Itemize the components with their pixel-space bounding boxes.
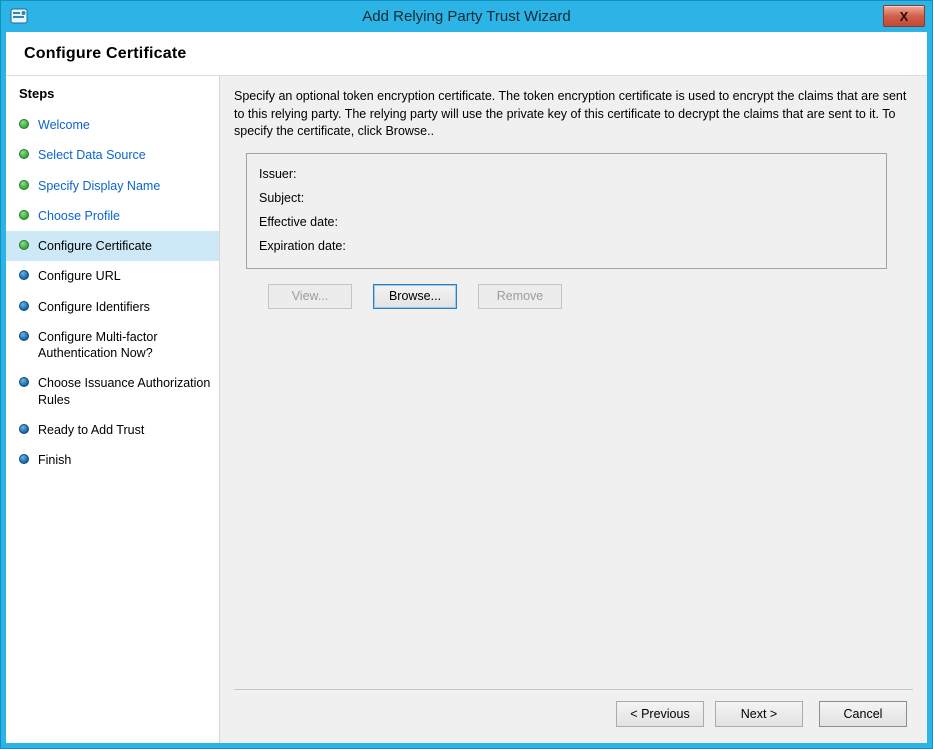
certificate-details-box: Issuer: Subject: Effective date: Expiration… — [246, 153, 887, 269]
certificate-field-label: Subject: — [259, 191, 304, 205]
sidebar-item-welcome[interactable]: Welcome — [6, 110, 219, 140]
sidebar-item-configure-certificate[interactable]: Configure Certificate — [6, 231, 219, 261]
sidebar-item-select-data-source[interactable]: Select Data Source — [6, 140, 219, 170]
step-label: Configure URL — [38, 268, 121, 284]
wizard-window: Add Relying Party Trust Wizard X Configu… — [0, 0, 933, 749]
certificate-field-label: Effective date: — [259, 215, 338, 229]
titlebar: Add Relying Party Trust Wizard X — [1, 1, 932, 32]
steps-sidebar: Steps Welcome Select Data Source Specify D… — [6, 76, 219, 743]
step-complete-icon — [19, 240, 29, 250]
content-pane: Specify an optional token encryption cer… — [219, 76, 927, 743]
step-pending-icon — [19, 331, 29, 341]
certificate-field-row: Expiration date: — [259, 234, 874, 258]
cancel-button[interactable]: Cancel — [819, 701, 907, 727]
step-pending-icon — [19, 270, 29, 280]
certificate-action-row: View... Browse... Remove — [268, 284, 913, 309]
certificate-field-row: Effective date: — [259, 210, 874, 234]
step-pending-icon — [19, 301, 29, 311]
step-pending-icon — [19, 424, 29, 434]
certificate-field-row: Subject: — [259, 186, 874, 210]
step-complete-icon — [19, 119, 29, 129]
sidebar-item-specify-display-name[interactable]: Specify Display Name — [6, 171, 219, 201]
view-button: View... — [268, 284, 352, 309]
step-label: Select Data Source — [38, 147, 146, 163]
step-label: Configure Identifiers — [38, 299, 150, 315]
steps-list: Welcome Select Data Source Specify Display… — [6, 110, 219, 743]
sidebar-item-configure-url: Configure URL — [6, 261, 219, 291]
step-label: Choose Profile — [38, 208, 120, 224]
browse-button[interactable]: Browse... — [373, 284, 457, 309]
wizard-footer: < Previous Next > Cancel — [234, 689, 913, 729]
certificate-field-label: Issuer: — [259, 167, 297, 181]
step-pending-icon — [19, 454, 29, 464]
close-button[interactable]: X — [883, 5, 925, 27]
step-label: Choose Issuance Authorization Rules — [38, 375, 211, 408]
step-label: Welcome — [38, 117, 90, 133]
sidebar-item-ready-to-add-trust: Ready to Add Trust — [6, 415, 219, 445]
sidebar-item-configure-identifiers: Configure Identifiers — [6, 292, 219, 322]
wizard-frame: Configure Certificate Steps Welcome Selec… — [6, 32, 927, 743]
step-label: Finish — [38, 452, 71, 468]
step-complete-icon — [19, 210, 29, 220]
page-header: Configure Certificate — [6, 32, 927, 76]
step-pending-icon — [19, 377, 29, 387]
sidebar-item-choose-issuance-authorization-rules: Choose Issuance Authorization Rules — [6, 368, 219, 415]
next-button[interactable]: Next > — [715, 701, 803, 727]
step-label: Configure Multi-factor Authentication No… — [38, 329, 211, 362]
step-complete-icon — [19, 149, 29, 159]
remove-button: Remove — [478, 284, 562, 309]
window-title: Add Relying Party Trust Wizard — [362, 8, 570, 25]
step-description: Specify an optional token encryption cer… — [234, 88, 913, 141]
wizard-app-icon — [10, 8, 28, 24]
sidebar-item-configure-multi-factor-authentication-now: Configure Multi-factor Authentication No… — [6, 322, 219, 369]
step-label: Configure Certificate — [38, 238, 152, 254]
step-complete-icon — [19, 180, 29, 190]
steps-heading: Steps — [6, 76, 219, 110]
certificate-field-row: Issuer: — [259, 162, 874, 186]
page-title: Configure Certificate — [24, 45, 909, 63]
sidebar-item-finish: Finish — [6, 445, 219, 475]
sidebar-item-choose-profile[interactable]: Choose Profile — [6, 201, 219, 231]
wizard-body: Steps Welcome Select Data Source Specify D… — [6, 76, 927, 743]
certificate-field-label: Expiration date: — [259, 239, 346, 253]
previous-button[interactable]: < Previous — [616, 701, 704, 727]
step-label: Ready to Add Trust — [38, 422, 144, 438]
step-label: Specify Display Name — [38, 178, 160, 194]
